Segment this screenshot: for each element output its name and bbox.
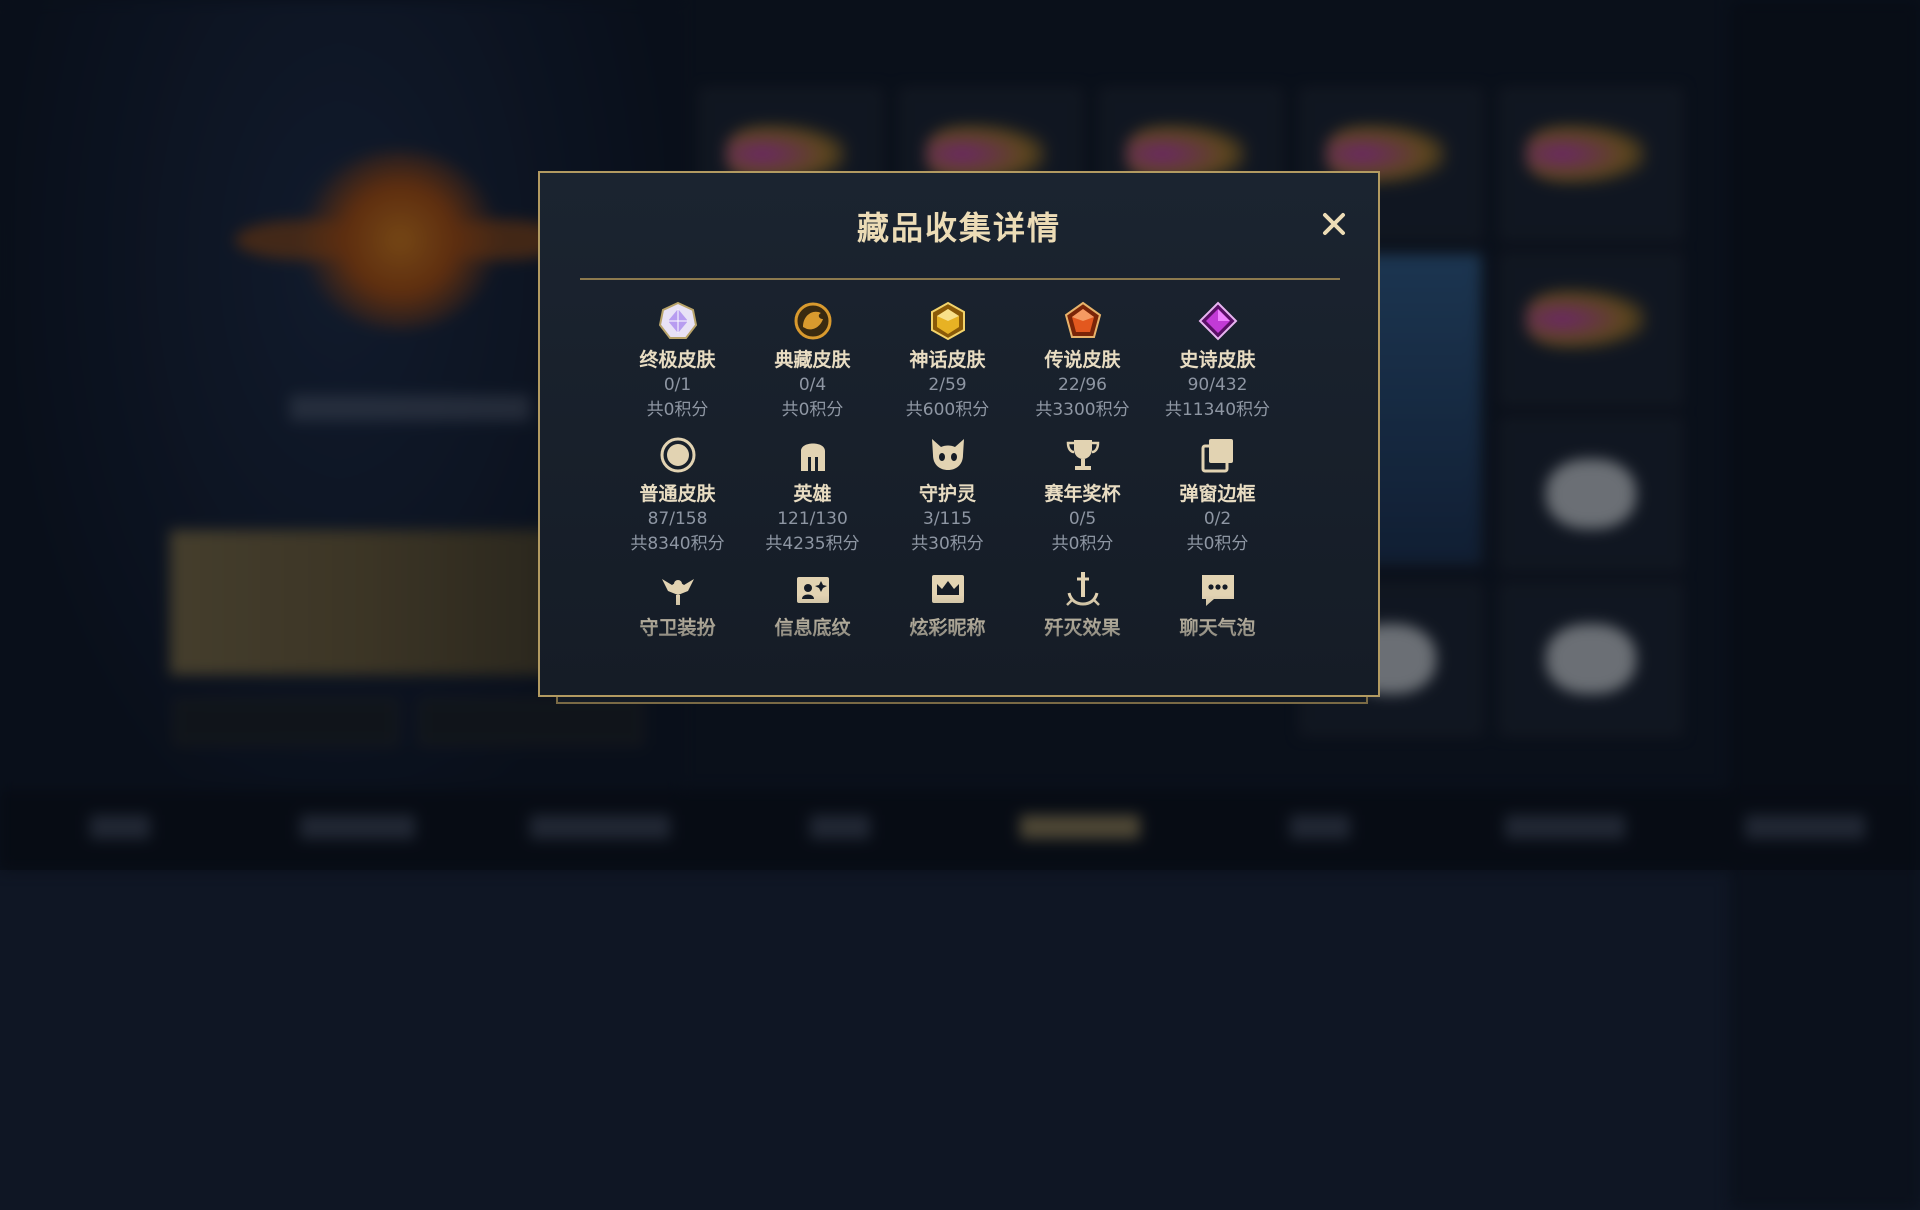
category-name: 典藏皮肤 — [774, 349, 851, 371]
trophy-icon — [1061, 433, 1105, 477]
category-name: 守卫装扮 — [639, 617, 716, 639]
category-item: 典藏皮肤 0/4 共0积分 — [745, 299, 880, 433]
category-name: 歼灭效果 — [1044, 617, 1121, 639]
category-name: 守护灵 — [918, 483, 976, 505]
category-item: 终极皮肤 0/1 共0积分 — [610, 299, 745, 433]
category-name: 赛年奖杯 — [1044, 483, 1121, 505]
category-count: 0/5 — [1068, 509, 1097, 529]
category-count: 87/158 — [647, 509, 708, 529]
category-item: 炫彩昵称 — [880, 567, 1015, 679]
category-count: 3/115 — [923, 509, 972, 529]
category-name: 信息底纹 — [774, 617, 851, 639]
category-score: 共0积分 — [781, 400, 844, 420]
category-count: 0/4 — [798, 375, 827, 395]
category-item: 聊天气泡 — [1150, 567, 1285, 679]
mythic-skin-icon — [926, 299, 970, 343]
category-score: 共0积分 — [646, 400, 709, 420]
category-item: 歼灭效果 — [1015, 567, 1150, 679]
category-score: 共3300积分 — [1035, 400, 1130, 420]
profile-banner-icon — [791, 567, 835, 611]
legendary-skin-icon — [1061, 299, 1105, 343]
category-count: 0/2 — [1203, 509, 1232, 529]
epic-skin-icon — [1196, 299, 1240, 343]
prestige-skin-icon — [791, 299, 835, 343]
category-score: 共30积分 — [911, 534, 984, 554]
category-scroll-area[interactable]: 终极皮肤 0/1 共0积分 典藏皮肤 0/4 共0积分 神话皮肤 2/59 共600积分 传说皮肤… — [540, 299, 1378, 679]
collection-details-modal: 藏品收集详情 终极皮肤 0/1 共0积分 典藏皮肤 0/4 共0积分 神话皮肤 2/59 共60… — [538, 171, 1380, 697]
category-score: 共4235积分 — [765, 534, 860, 554]
category-name: 神话皮肤 — [909, 349, 986, 371]
category-score: 共600积分 — [905, 400, 990, 420]
category-item: 守卫装扮 — [610, 567, 745, 679]
category-name: 终极皮肤 — [639, 349, 716, 371]
category-name: 史诗皮肤 — [1179, 349, 1256, 371]
category-score: 共11340积分 — [1164, 400, 1271, 420]
category-name: 传说皮肤 — [1044, 349, 1121, 371]
chat-bubble-icon — [1196, 567, 1240, 611]
category-name: 普通皮肤 — [639, 483, 716, 505]
category-item: 传说皮肤 22/96 共3300积分 — [1015, 299, 1150, 433]
category-score: 共0积分 — [1051, 534, 1114, 554]
ward-skin-icon — [656, 567, 700, 611]
category-name: 炫彩昵称 — [909, 617, 986, 639]
category-item: 弹窗边框 0/2 共0积分 — [1150, 433, 1285, 567]
guardian-spirit-icon — [926, 433, 970, 477]
title-divider — [580, 278, 1340, 280]
elimination-effect-icon — [1061, 567, 1105, 611]
category-item: 守护灵 3/115 共30积分 — [880, 433, 1015, 567]
category-count: 90/432 — [1187, 375, 1248, 395]
category-count: 22/96 — [1058, 375, 1107, 395]
category-name: 聊天气泡 — [1179, 617, 1256, 639]
category-item: 神话皮肤 2/59 共600积分 — [880, 299, 1015, 433]
category-item: 英雄 121/130 共4235积分 — [745, 433, 880, 567]
modal-title: 藏品收集详情 — [856, 209, 1061, 247]
category-count: 2/59 — [928, 375, 967, 395]
category-name: 弹窗边框 — [1179, 483, 1256, 505]
category-item: 信息底纹 — [745, 567, 880, 679]
category-score: 共8340积分 — [630, 534, 725, 554]
category-count: 121/130 — [777, 509, 848, 529]
category-item: 史诗皮肤 90/432 共11340积分 — [1150, 299, 1285, 433]
normal-skin-icon — [656, 433, 700, 477]
popup-frame-icon — [1196, 433, 1240, 477]
colorful-nickname-icon — [926, 567, 970, 611]
category-score: 共0积分 — [1186, 534, 1249, 554]
category-count: 0/1 — [663, 375, 692, 395]
category-item: 普通皮肤 87/158 共8340积分 — [610, 433, 745, 567]
champion-helmet-icon — [791, 433, 835, 477]
category-item: 赛年奖杯 0/5 共0积分 — [1015, 433, 1150, 567]
close-button[interactable] — [1313, 203, 1355, 245]
close-icon — [1323, 213, 1345, 235]
category-grid: 终极皮肤 0/1 共0积分 典藏皮肤 0/4 共0积分 神话皮肤 2/59 共600积分 传说皮肤… — [610, 299, 1310, 679]
ultimate-skin-icon — [656, 299, 700, 343]
category-name: 英雄 — [793, 483, 832, 505]
